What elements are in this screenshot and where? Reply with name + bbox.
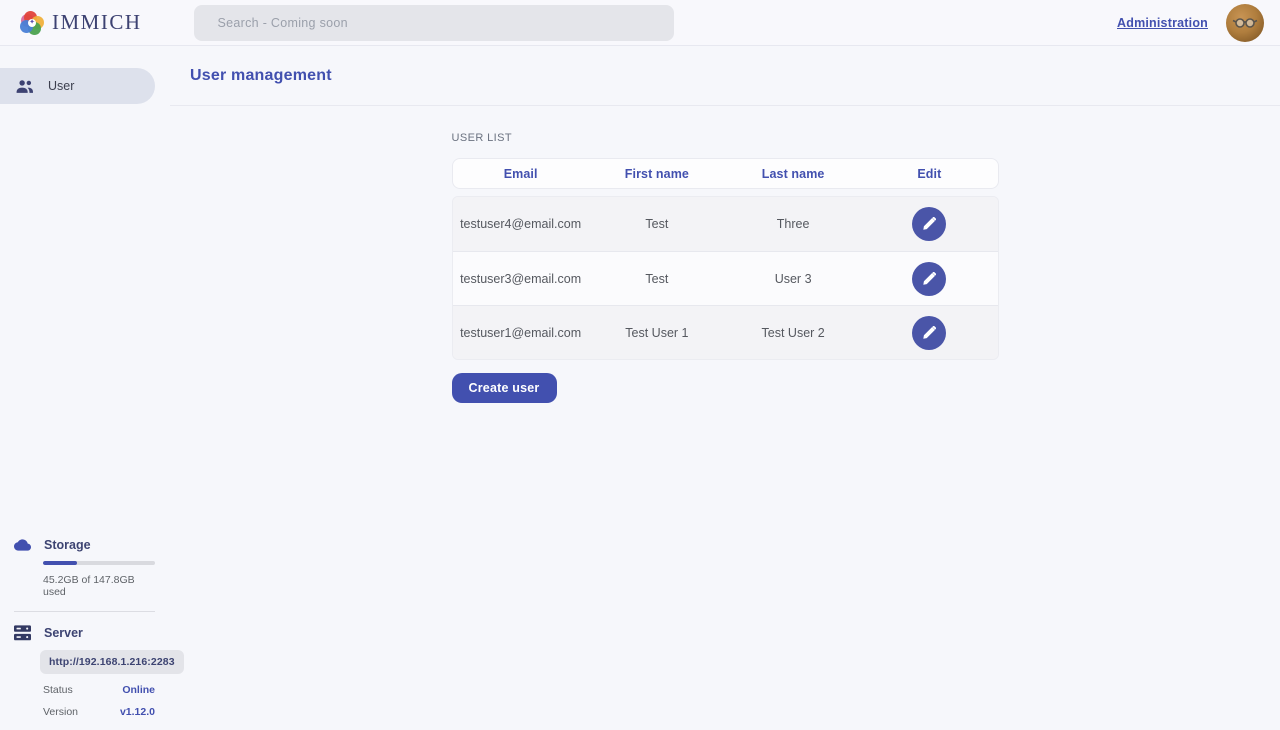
search-input[interactable] (194, 5, 674, 41)
user-email: testuser3@email.com (453, 272, 589, 286)
main-content: User management USER LIST Email First na… (170, 46, 1280, 730)
user-email: testuser1@email.com (453, 326, 589, 340)
server-title: Server (44, 626, 83, 640)
sidebar-item-label: User (48, 79, 74, 93)
administration-link[interactable]: Administration (1117, 16, 1208, 30)
storage-usage-text: 45.2GB of 147.8GB used (43, 574, 155, 598)
page-title-bar: User management (170, 46, 1280, 106)
cloud-icon (14, 539, 31, 551)
user-last-name: Test User 2 (725, 326, 861, 340)
storage-title: Storage (44, 538, 91, 552)
edit-user-button[interactable] (912, 316, 946, 350)
pencil-icon (922, 217, 936, 231)
page-title: User management (190, 67, 332, 85)
brand-name: IMMICH (52, 10, 142, 35)
server-url-badge: http://192.168.1.216:2283 (40, 650, 184, 674)
edit-user-button[interactable] (912, 207, 946, 241)
table-row: testuser4@email.com Test Three (453, 197, 998, 251)
table-row: testuser3@email.com Test User 3 (453, 251, 998, 305)
user-last-name: Three (725, 217, 861, 231)
edit-user-button[interactable] (912, 262, 946, 296)
server-version-label: Version (43, 706, 78, 718)
server-section: Server http://192.168.1.216:2283 Status … (14, 611, 155, 718)
user-last-name: User 3 (725, 272, 861, 286)
glasses-photo-icon (1232, 10, 1258, 36)
create-user-button[interactable]: Create user (452, 373, 557, 403)
server-version-value: v1.12.0 (120, 706, 155, 718)
user-email: testuser4@email.com (453, 217, 589, 231)
user-avatar[interactable] (1226, 4, 1264, 42)
immich-logo[interactable]: ✦ IMMICH (20, 10, 142, 35)
user-list-label: USER LIST (452, 132, 999, 144)
user-first-name: Test (589, 217, 725, 231)
user-first-name: Test User 1 (589, 326, 725, 340)
user-table: testuser4@email.com Test Three testuser3… (452, 196, 999, 360)
sidebar-footer: Storage 45.2GB of 147.8GB used (0, 538, 170, 730)
storage-progress-bar (43, 561, 155, 565)
immich-flower-icon: ✦ (20, 11, 44, 35)
server-status-label: Status (43, 684, 73, 696)
top-navbar: ✦ IMMICH Administration (0, 0, 1280, 46)
column-header-edit: Edit (861, 167, 997, 181)
users-icon (15, 79, 34, 94)
column-header-last-name: Last name (725, 167, 861, 181)
table-row: testuser1@email.com Test User 1 Test Use… (453, 305, 998, 359)
server-status-value: Online (122, 684, 155, 696)
column-header-first-name: First name (589, 167, 725, 181)
storage-section: Storage 45.2GB of 147.8GB used (14, 538, 155, 598)
sidebar: User Storage 45.2GB of 147.8GB used (0, 46, 170, 730)
pencil-icon (922, 272, 936, 286)
server-icon (14, 625, 31, 641)
user-first-name: Test (589, 272, 725, 286)
column-header-email: Email (453, 167, 589, 181)
pencil-icon (922, 326, 936, 340)
user-table-header: Email First name Last name Edit (452, 158, 999, 189)
storage-progress-fill (43, 561, 77, 565)
sidebar-item-user[interactable]: User (0, 68, 155, 104)
search-bar (194, 5, 674, 41)
